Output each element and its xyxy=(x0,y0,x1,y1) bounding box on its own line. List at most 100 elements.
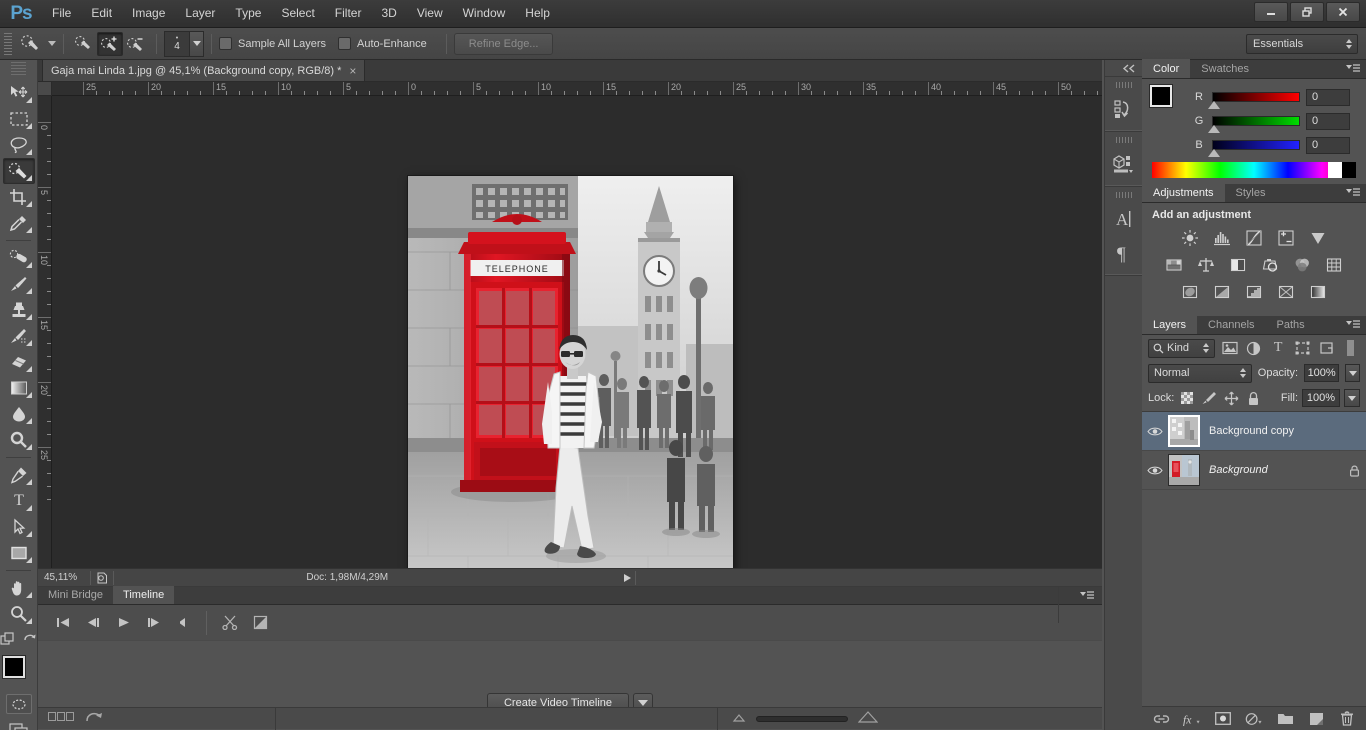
gradient-tool[interactable] xyxy=(3,375,35,401)
b-slider-track[interactable] xyxy=(1208,140,1300,157)
zoom-in-timeline-icon[interactable] xyxy=(857,711,879,726)
panel-group-grip[interactable] xyxy=(1115,135,1132,145)
link-layers-icon[interactable] xyxy=(1152,710,1170,728)
r-slider-track[interactable] xyxy=(1208,92,1300,109)
layer-visibility-toggle[interactable] xyxy=(1142,426,1168,437)
filter-adjustment-icon[interactable] xyxy=(1244,338,1263,358)
restore-button[interactable] xyxy=(1290,2,1324,22)
character-panel-icon[interactable]: A xyxy=(1105,202,1141,236)
r-slider-thumb[interactable] xyxy=(1208,101,1220,109)
menu-layer[interactable]: Layer xyxy=(175,1,225,26)
menu-window[interactable]: Window xyxy=(453,1,516,26)
close-icon[interactable]: × xyxy=(349,64,356,78)
layer-name[interactable]: Background copy xyxy=(1200,425,1342,437)
tab-color[interactable]: Color xyxy=(1142,59,1191,78)
crop-tool[interactable] xyxy=(3,184,35,210)
quick-selection-tool[interactable] xyxy=(3,158,35,184)
filter-shape-icon[interactable] xyxy=(1293,338,1312,358)
posterize-icon[interactable] xyxy=(1209,281,1235,303)
filter-type-icon[interactable]: T xyxy=(1269,338,1288,358)
add-to-selection-button[interactable] xyxy=(97,31,123,56)
menu-help[interactable]: Help xyxy=(515,1,560,26)
status-menu-arrow-icon[interactable] xyxy=(621,571,635,585)
dodge-tool[interactable] xyxy=(3,427,35,453)
menu-filter[interactable]: Filter xyxy=(325,1,372,26)
eyedropper-tool[interactable] xyxy=(3,210,35,236)
minimize-button[interactable] xyxy=(1254,2,1288,22)
3d-panel-icon[interactable] xyxy=(1105,147,1141,181)
pen-tool[interactable] xyxy=(3,462,35,488)
lasso-tool[interactable] xyxy=(3,132,35,158)
history-panel-icon[interactable] xyxy=(1105,92,1141,126)
hand-tool[interactable] xyxy=(3,575,35,601)
foreground-color-swatch[interactable] xyxy=(2,656,25,678)
collapse-to-icons-button[interactable] xyxy=(1105,60,1142,76)
hue-saturation-icon[interactable] xyxy=(1161,254,1187,276)
reset-arrow-icon[interactable] xyxy=(23,631,38,650)
g-slider-track[interactable] xyxy=(1208,116,1300,133)
g-slider-thumb[interactable] xyxy=(1208,125,1220,133)
next-frame-button[interactable] xyxy=(138,610,168,636)
frame-view-icon[interactable] xyxy=(48,712,74,725)
brush-tool[interactable] xyxy=(3,271,35,297)
new-layer-icon[interactable] xyxy=(1307,710,1325,728)
options-bar-grip[interactable] xyxy=(4,32,12,55)
edit-toolbar-icon[interactable] xyxy=(0,631,17,650)
opacity-dropdown[interactable] xyxy=(1345,364,1360,382)
foreground-color-swatch[interactable] xyxy=(1150,85,1172,107)
curves-icon[interactable] xyxy=(1241,227,1267,249)
path-selection-tool[interactable] xyxy=(3,514,35,540)
play-button[interactable] xyxy=(108,610,138,636)
transition-button[interactable] xyxy=(245,610,275,636)
close-button[interactable] xyxy=(1326,2,1360,22)
vertical-ruler[interactable]: 0 5 10 15 20 25 xyxy=(38,96,52,585)
blur-tool[interactable] xyxy=(3,401,35,427)
menu-image[interactable]: Image xyxy=(122,1,175,26)
tab-timeline[interactable]: Timeline xyxy=(113,586,175,604)
panel-menu-icon[interactable] xyxy=(1346,320,1360,333)
rectangle-tool[interactable] xyxy=(3,540,35,566)
b-slider-thumb[interactable] xyxy=(1208,149,1220,157)
go-to-first-frame-button[interactable] xyxy=(48,610,78,636)
document-tab[interactable]: Gaja mai Linda 1.jpg @ 45,1% (Background… xyxy=(42,59,366,81)
previous-frame-button[interactable] xyxy=(78,610,108,636)
layer-row-background[interactable]: Background xyxy=(1142,451,1366,490)
filter-toggle-icon[interactable] xyxy=(1341,338,1360,358)
black-swatch[interactable] xyxy=(1342,162,1356,178)
blend-mode-select[interactable]: Normal xyxy=(1148,363,1252,383)
brush-options-dropdown[interactable] xyxy=(190,30,204,57)
opacity-value[interactable]: 100% xyxy=(1304,364,1340,382)
zoom-tool[interactable] xyxy=(3,601,35,627)
selective-color-icon[interactable] xyxy=(1273,281,1299,303)
layer-thumbnail[interactable] xyxy=(1168,454,1200,486)
image-artwork[interactable]: TELEPHONE xyxy=(408,176,733,585)
quick-mask-mode-button[interactable] xyxy=(5,694,32,714)
workspace-switcher[interactable]: Essentials xyxy=(1246,33,1358,54)
zoom-out-timeline-icon[interactable] xyxy=(732,713,746,725)
canvas[interactable]: TELEPHONE xyxy=(52,96,1102,585)
convert-to-frame-animation-icon[interactable] xyxy=(86,711,104,727)
menu-file[interactable]: File xyxy=(42,1,81,26)
current-tool-icon[interactable] xyxy=(18,32,44,56)
tab-layers[interactable]: Layers xyxy=(1142,315,1198,334)
color-spectrum-ramp[interactable] xyxy=(1152,162,1356,178)
tab-styles[interactable]: Styles xyxy=(1225,183,1277,202)
layer-row-background-copy[interactable]: Background copy xyxy=(1142,412,1366,451)
clone-stamp-tool[interactable] xyxy=(3,297,35,323)
menu-3d[interactable]: 3D xyxy=(371,1,406,26)
layer-visibility-toggle[interactable] xyxy=(1142,465,1168,476)
new-adjustment-layer-icon[interactable] xyxy=(1245,710,1263,728)
horizontal-ruler[interactable]: 25 20 15 10 5 0 5 10 15 20 25 30 35 40 45 50 xyxy=(52,82,1102,96)
vibrance-icon[interactable] xyxy=(1305,227,1331,249)
color-balance-icon[interactable] xyxy=(1193,254,1219,276)
levels-icon[interactable] xyxy=(1209,227,1235,249)
menu-type[interactable]: Type xyxy=(225,1,271,26)
refine-edge-button[interactable]: Refine Edge... xyxy=(453,32,554,55)
layer-filter-kind-select[interactable]: Kind xyxy=(1148,338,1216,358)
layer-thumbnail[interactable] xyxy=(1168,415,1200,447)
threshold-icon[interactable] xyxy=(1241,281,1267,303)
panel-menu-icon[interactable] xyxy=(1346,64,1360,77)
rectangular-marquee-tool[interactable] xyxy=(3,106,35,132)
brush-size-field[interactable]: • 4 xyxy=(164,30,190,57)
auto-enhance-checkbox[interactable] xyxy=(338,37,352,50)
